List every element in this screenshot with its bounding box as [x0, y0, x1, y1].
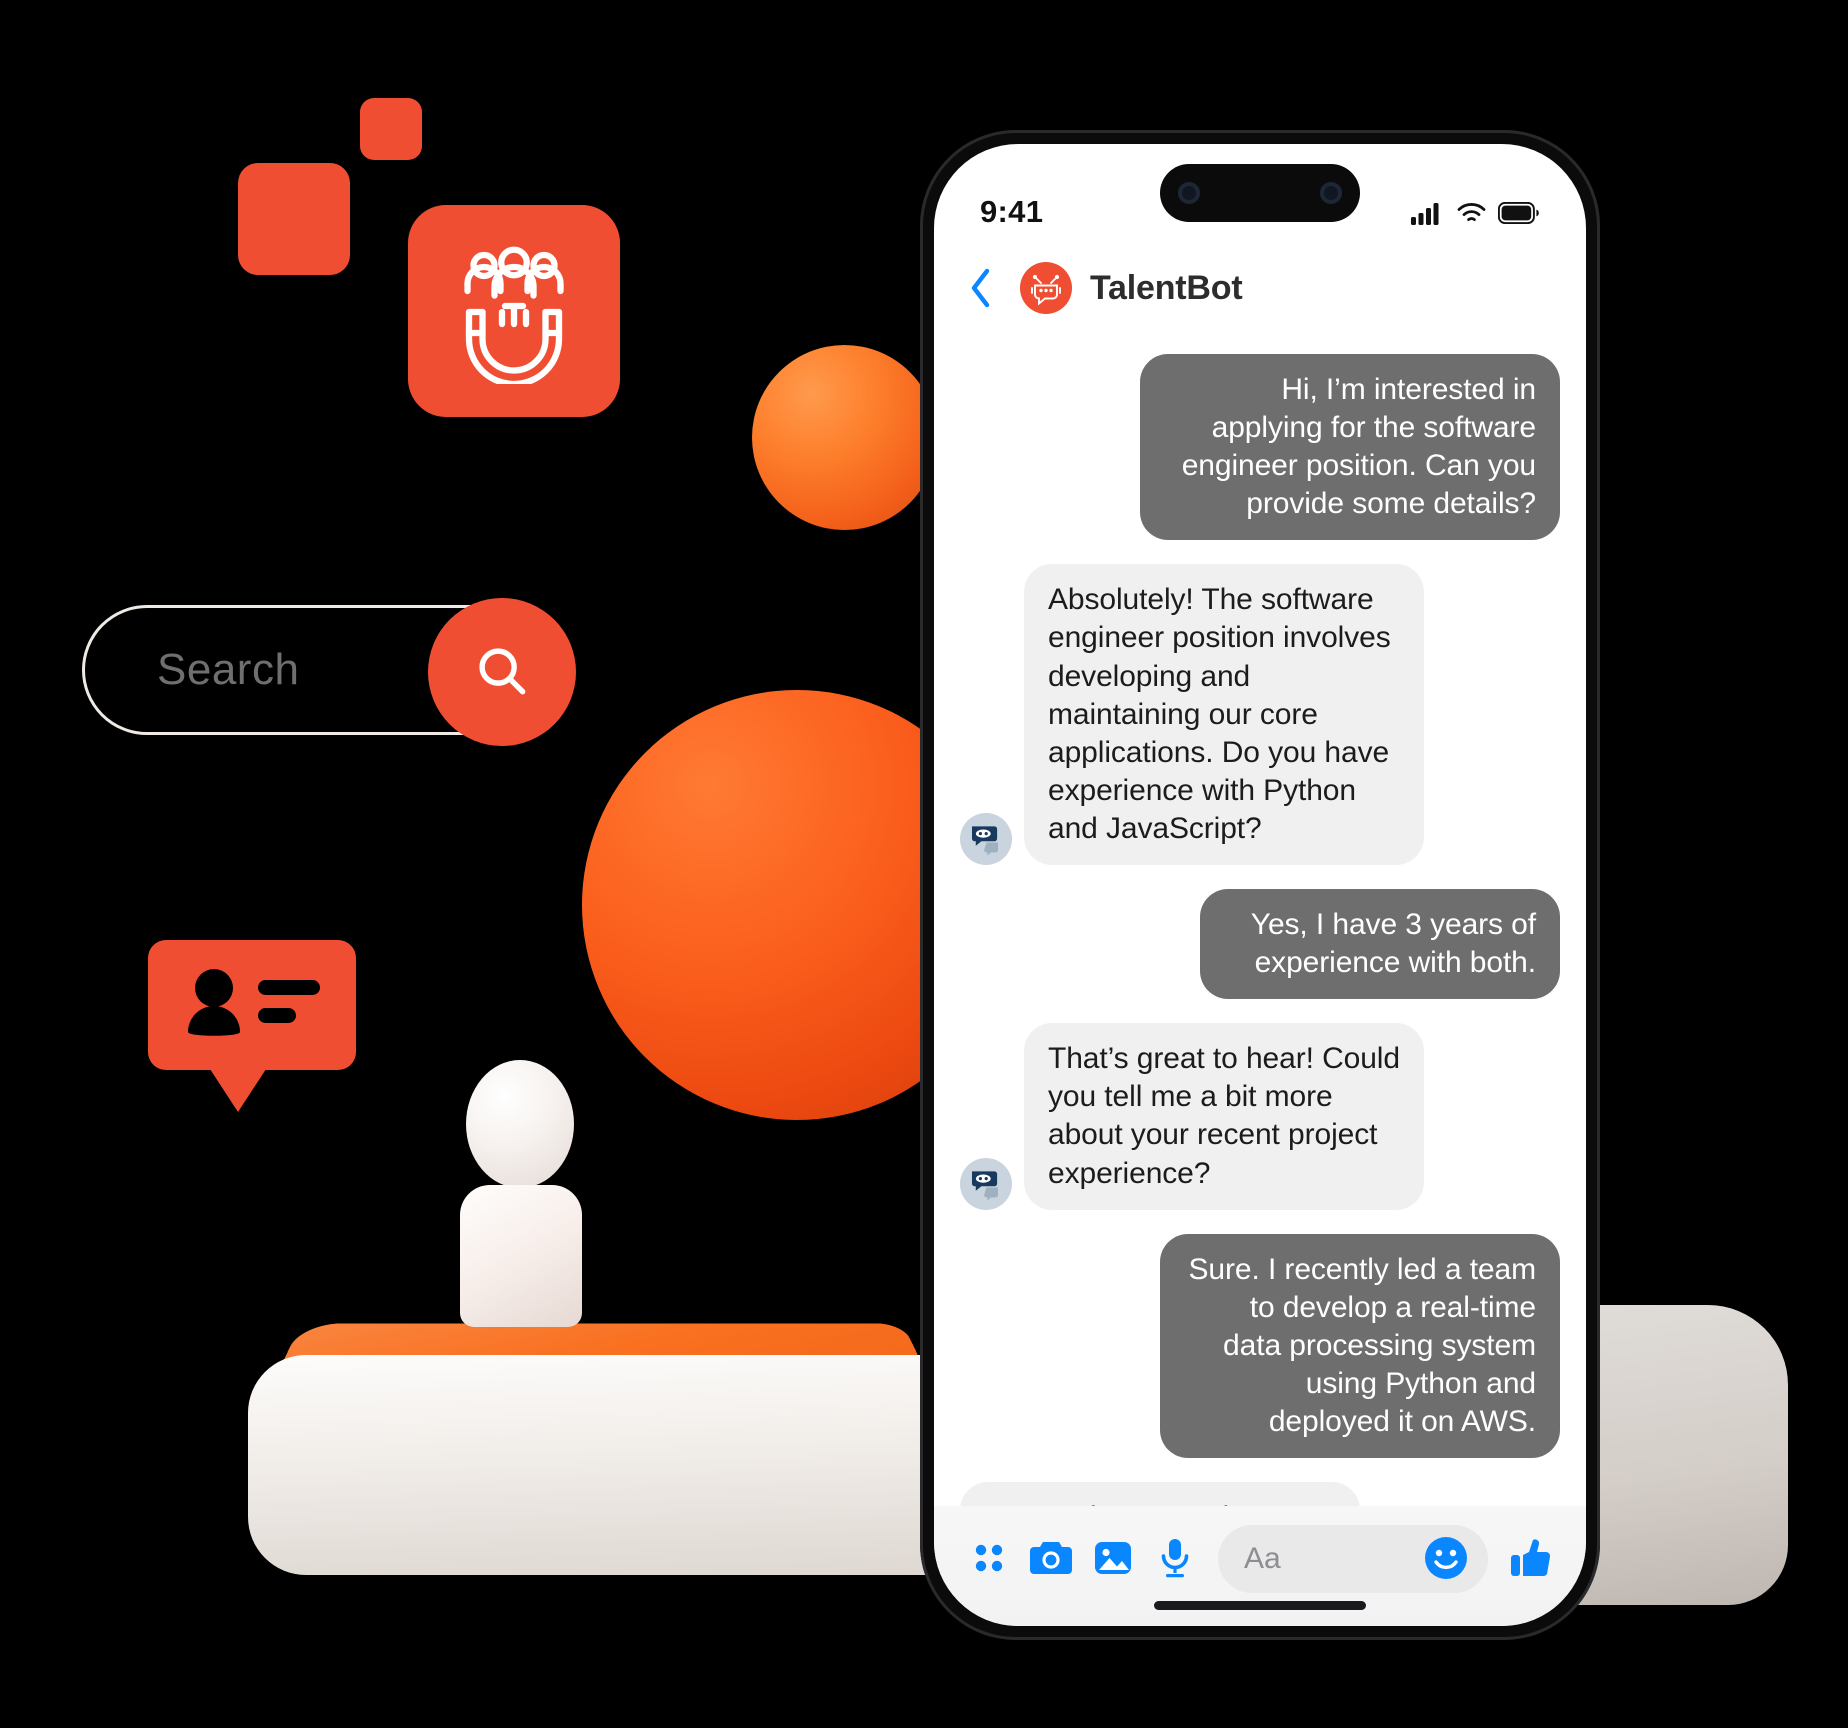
search-icon [471, 640, 533, 705]
message-row: Hi, I’m interested in applying for the s… [960, 354, 1560, 541]
cellular-signal-icon [1411, 201, 1445, 230]
person-figurine-body [460, 1185, 582, 1327]
phone-mockup: 9:41 TalentBot Hi, I’m interested in app… [920, 130, 1600, 1640]
message-row: Impressive! Based on your experience, yo… [960, 1482, 1560, 1506]
apps-grid-icon [971, 1540, 1007, 1579]
apps-grid-button[interactable] [958, 1528, 1020, 1590]
talent-magnet-icon [439, 234, 589, 389]
message-row: Absolutely! The software engineer positi… [960, 564, 1560, 866]
talentbot-avatar-icon [1020, 262, 1072, 314]
smiley-icon [1422, 1534, 1470, 1585]
chevron-left-icon[interactable] [968, 265, 1002, 311]
chat-header: TalentBot [934, 240, 1586, 336]
message-bubble-bot-truncated: Impressive! Based on your experience, yo… [960, 1482, 1360, 1506]
gallery-button[interactable] [1082, 1528, 1144, 1590]
status-clock: 9:41 [980, 194, 1044, 229]
camera-button[interactable] [1020, 1528, 1082, 1590]
front-camera-icon [1178, 182, 1200, 204]
message-bubble-user: Sure. I recently led a team to develop a… [1160, 1233, 1560, 1459]
message-bubble-bot: That’s great to hear! Could you tell me … [1024, 1023, 1424, 1210]
microphone-icon [1158, 1537, 1192, 1582]
thumbs-up-icon [1509, 1536, 1553, 1583]
status-icon-group [1411, 201, 1540, 230]
battery-icon [1497, 201, 1540, 229]
message-row: Sure. I recently led a team to develop a… [960, 1233, 1560, 1459]
wifi-icon [1456, 201, 1487, 230]
face-id-sensor-icon [1320, 182, 1342, 204]
profile-card-icon [148, 940, 356, 1070]
square-small [360, 98, 422, 160]
message-input[interactable]: Aa [1218, 1525, 1488, 1593]
sphere-small [752, 345, 937, 530]
microphone-button[interactable] [1144, 1528, 1206, 1590]
home-indicator [1154, 1601, 1366, 1610]
message-row: Yes, I have 3 years of experience with b… [960, 889, 1560, 1000]
message-row: That’s great to hear! Could you tell me … [960, 1023, 1560, 1210]
talent-magnet-tile [408, 205, 620, 417]
message-bubble-user: Yes, I have 3 years of experience with b… [1200, 889, 1560, 1000]
message-input-placeholder: Aa [1244, 1542, 1281, 1575]
search-button[interactable] [428, 598, 576, 746]
emoji-button[interactable] [1418, 1531, 1474, 1587]
square-large [238, 163, 350, 275]
camera-icon [1029, 1538, 1073, 1581]
search-bar[interactable]: Search [82, 598, 576, 746]
photo-icon [1093, 1538, 1133, 1581]
bot-avatar-icon [960, 1157, 1012, 1210]
profile-card-bubble [148, 940, 356, 1112]
illustration-stage: Search 9:41 TalentBot Hi, I’m interested… [0, 0, 1848, 1728]
search-input-value[interactable]: Search [157, 645, 299, 695]
dynamic-island [1160, 164, 1360, 222]
message-bubble-bot: Absolutely! The software engineer positi… [1024, 564, 1424, 866]
phone-screen: 9:41 TalentBot Hi, I’m interested in app… [934, 144, 1586, 1626]
message-list[interactable]: Hi, I’m interested in applying for the s… [934, 336, 1586, 1506]
like-button[interactable] [1500, 1528, 1562, 1590]
bot-avatar-icon [960, 813, 1012, 866]
message-bubble-user: Hi, I’m interested in applying for the s… [1140, 354, 1560, 541]
page-title: TalentBot [1090, 268, 1243, 307]
person-figurine-head [466, 1060, 574, 1188]
